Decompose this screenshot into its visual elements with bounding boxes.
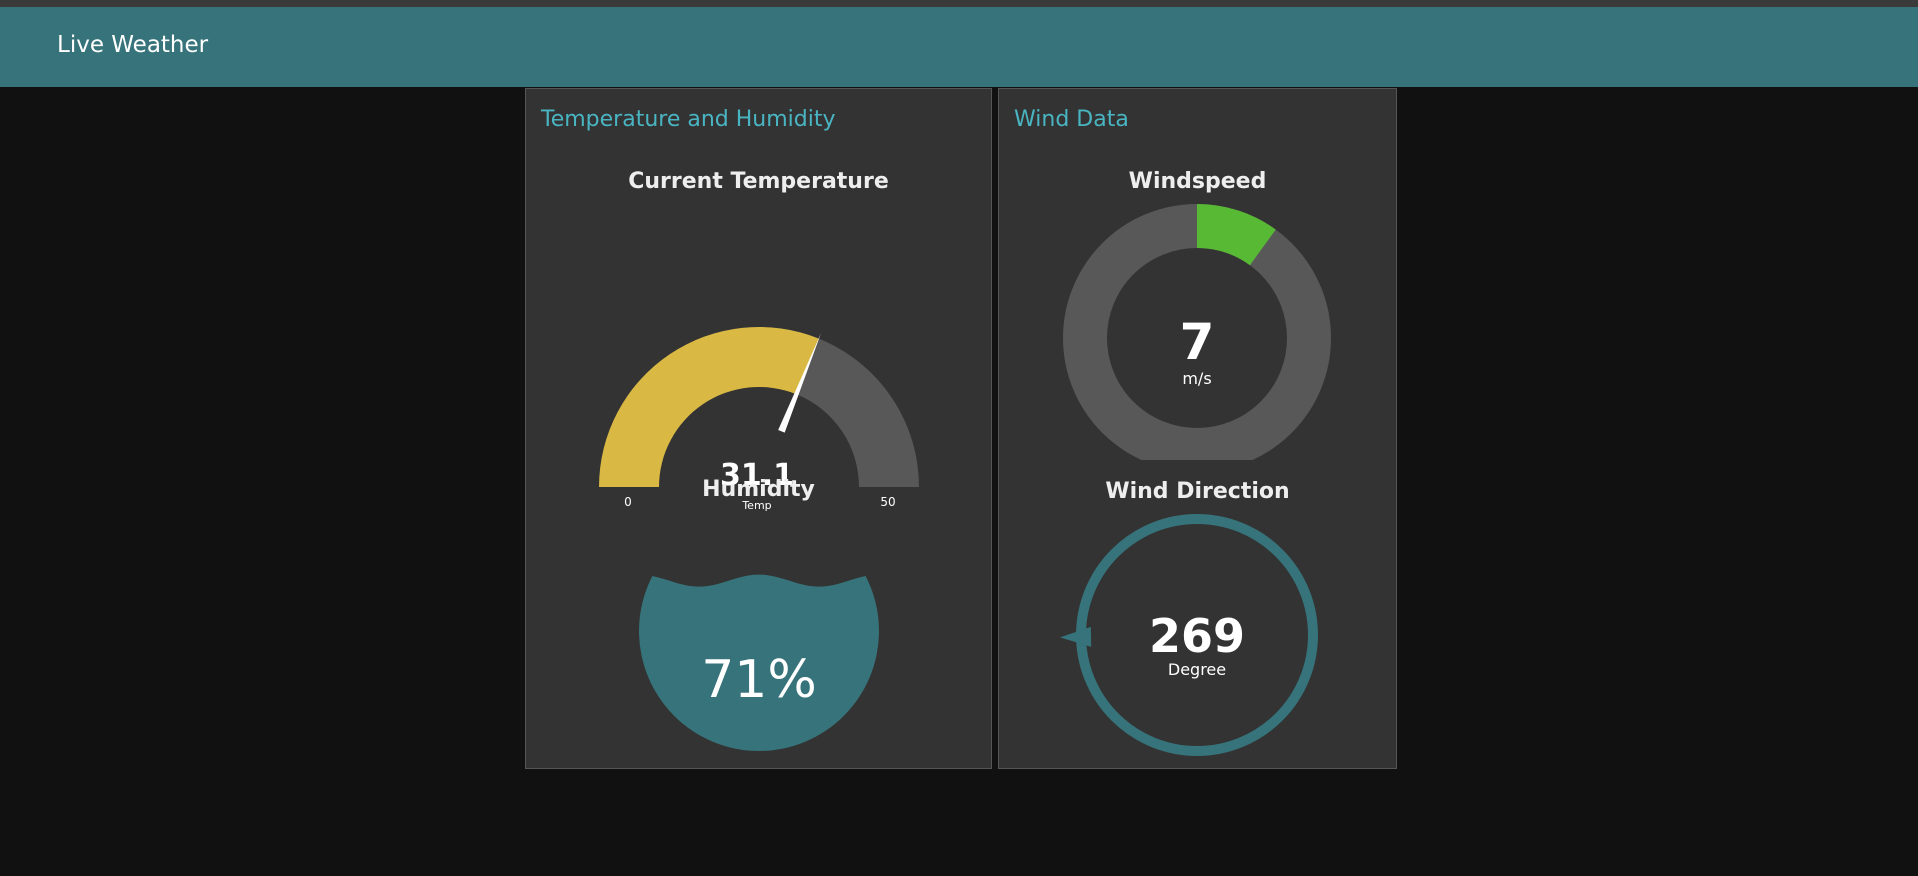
app-toolbar: Live Weather [0,7,1918,87]
wind-direction-label: Wind Direction [1105,479,1290,504]
humidity-label: Humidity [702,477,815,502]
windspeed-value: 7 [1180,313,1215,371]
card-title-temperature-humidity: Temperature and Humidity [541,107,836,132]
windspeed-gauge: 7 m/s [1063,204,1331,460]
wind-data-card: Wind Data Windspeed 7 m/s Wind Direction… [998,88,1397,769]
current-temperature-label: Current Temperature [628,169,889,194]
card-title-wind-data: Wind Data [1014,107,1129,132]
temperature-humidity-card: Temperature and Humidity Current Tempera… [525,88,992,769]
windspeed-label: Windspeed [1128,169,1267,194]
humidity-value: 71% [701,650,817,710]
wind-direction-arrow [1060,626,1092,647]
app-title: Live Weather [57,32,209,58]
windspeed-units: m/s [1182,369,1211,388]
humidity-gauge: 71% [639,511,879,751]
wind-direction-units: Degree [1168,660,1226,679]
window-top-border [0,0,1918,7]
wind-direction-compass: 269 Degree [1060,514,1318,756]
temperature-gauge-track [796,338,919,487]
wind-direction-value: 269 [1149,609,1245,663]
